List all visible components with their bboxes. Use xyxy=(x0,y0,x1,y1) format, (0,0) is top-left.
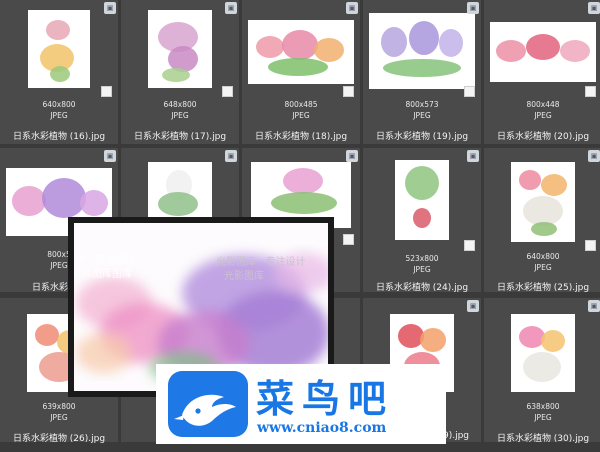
image-dimensions: 648x800 xyxy=(163,100,197,109)
bird-logo-icon xyxy=(168,371,248,437)
thumbnail-image xyxy=(28,10,90,88)
image-badge-icon: ▣ xyxy=(104,2,116,14)
image-dimensions: 800x573 xyxy=(405,100,439,109)
file-name: 日系水彩植物 (19).jpg xyxy=(375,132,469,142)
brand-url[interactable]: www.cniao8.com xyxy=(257,420,386,436)
thumbnail-tile[interactable]: ▣ 523x800 JPEG 日系水彩植物 (24).jpg xyxy=(363,148,481,293)
image-badge-icon: ▣ xyxy=(104,150,116,162)
thumbnail-tile[interactable]: ▣ 640x800 JPEG 日系水彩植物 (16).jpg xyxy=(0,0,118,144)
thumbnail-image xyxy=(511,162,575,242)
thumbnail-image xyxy=(148,162,212,222)
image-format: JPEG xyxy=(534,263,552,272)
select-checkbox[interactable] xyxy=(101,86,112,97)
thumbnail-tile[interactable]: ▣ 800x573 JPEG 日系水彩植物 (19).jpg xyxy=(363,0,481,144)
image-format: JPEG xyxy=(534,413,552,422)
image-format: JPEG xyxy=(171,111,189,120)
thumbnail-tile[interactable]: ▣ 800x485 JPEG 日系水彩植物 (18).jpg xyxy=(242,0,360,144)
image-dimensions: 523x800 xyxy=(405,254,439,263)
select-checkbox[interactable] xyxy=(585,86,596,97)
file-name: 日系水彩植物 (16).jpg xyxy=(12,132,106,142)
image-badge-icon: ▣ xyxy=(225,150,237,162)
file-name: 日系水彩植物 (18).jpg xyxy=(254,132,348,142)
file-name: 日系水彩植物 (26).jpg xyxy=(12,434,106,444)
image-format: JPEG xyxy=(50,413,68,422)
image-dimensions: 638x800 xyxy=(526,402,560,411)
image-dimensions: 800x448 xyxy=(526,100,560,109)
watermark-text: 光影图库 · 专注设计 xyxy=(216,257,306,268)
select-checkbox[interactable] xyxy=(464,240,475,251)
image-format: JPEG xyxy=(50,111,68,120)
image-dimensions: 639x800 xyxy=(42,402,76,411)
select-checkbox[interactable] xyxy=(585,240,596,251)
image-badge-icon: ▣ xyxy=(346,2,358,14)
image-badge-icon: ▣ xyxy=(346,150,358,162)
image-badge-icon: ▣ xyxy=(588,300,600,312)
thumbnail-image xyxy=(490,22,596,82)
thumbnail-tile[interactable]: ▣ 640x800 JPEG 日系水彩植物 (25).jpg xyxy=(484,148,600,293)
thumbnail-tile[interactable]: ▣ 800x448 JPEG 日系水彩植物 (20).jpg xyxy=(484,0,600,144)
file-name: 日系水彩植物 (25).jpg xyxy=(496,283,590,293)
watermark-text: 中 · 专注设计 xyxy=(76,255,136,266)
image-format: JPEG xyxy=(413,111,431,120)
image-format: JPEG xyxy=(413,265,431,274)
image-badge-icon: ▣ xyxy=(588,150,600,162)
file-name: 日系水彩植物 (30).jpg xyxy=(496,434,590,444)
thumbnail-tile[interactable]: ▣ 648x800 JPEG 日系水彩植物 (17).jpg xyxy=(121,0,239,144)
brand-name: 菜鸟吧 xyxy=(256,376,395,421)
file-name: 日系水彩植物 (24).jpg xyxy=(375,283,469,293)
select-checkbox[interactable] xyxy=(222,86,233,97)
file-name: 日系水彩植物 (17).jpg xyxy=(133,132,227,142)
thumbnail-tile[interactable]: ▣ 638x800 JPEG 日系水彩植物 (30).jpg xyxy=(484,298,600,444)
thumbnail-image xyxy=(395,160,449,240)
image-badge-icon: ▣ xyxy=(467,2,479,14)
image-badge-icon: ▣ xyxy=(225,2,237,14)
image-badge-icon: ▣ xyxy=(467,150,479,162)
select-checkbox[interactable] xyxy=(343,86,354,97)
image-dimensions: 640x800 xyxy=(526,252,560,261)
watermark-text: 光影图库 xyxy=(224,271,264,282)
thumbnail-image xyxy=(511,314,575,392)
image-dimensions: 640x800 xyxy=(42,100,76,109)
image-format: JPEG xyxy=(292,111,310,120)
brand-banner: 菜鸟吧 www.cniao8.com xyxy=(156,364,446,444)
thumbnail-image xyxy=(369,13,475,89)
image-format: JPEG xyxy=(534,111,552,120)
file-name: 日系水彩植物 (20).jpg xyxy=(496,132,590,142)
thumbnail-image xyxy=(248,20,354,84)
select-checkbox[interactable] xyxy=(464,86,475,97)
select-checkbox[interactable] xyxy=(343,234,354,245)
watermark-text: 片图库图库 xyxy=(82,269,132,280)
image-badge-icon: ▣ xyxy=(467,300,479,312)
thumbnail-image xyxy=(148,10,212,88)
image-dimensions: 800x485 xyxy=(284,100,318,109)
image-badge-icon: ▣ xyxy=(588,2,600,14)
